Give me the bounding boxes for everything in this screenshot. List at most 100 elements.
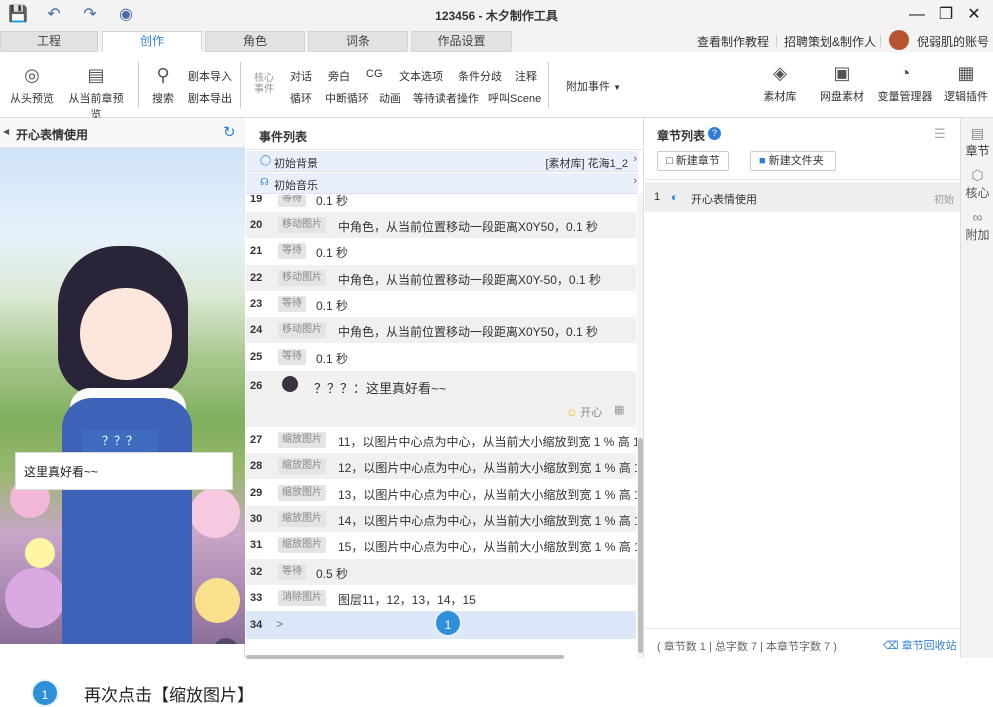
break-loop-button[interactable]: 中断循环 [325,90,369,106]
dialog-box: 这里真好看~~ [15,452,233,490]
menu-icon[interactable]: ☰ [934,126,946,142]
core-events-label: 核心 事件 [254,73,274,95]
tab-character[interactable]: 角色 [205,31,305,52]
list-icon: ▤ [970,125,985,141]
restore-icon[interactable]: ❐ [935,4,957,26]
new-folder-button[interactable]: ■ 新建文件夹 [750,151,836,171]
event-row[interactable]: 29 缩放图片 13，以图片中心点为中心，从当前大小缩放到宽 1 % 高 1 % [246,480,638,506]
vertical-scrollbar[interactable] [638,438,643,653]
emotion-badge: ☺ 开心 [566,407,603,419]
wait-reader-button[interactable]: 等待读者操作 [413,90,479,106]
preview-header: ◀ 开心表情使用 ↻ [0,118,245,148]
side-tab-chapter[interactable]: ▤ 章节 [961,124,993,159]
caret-down-icon: ▼ [613,83,621,92]
loop-button[interactable]: 循环 [290,90,312,106]
side-tab-core[interactable]: ⬡ 核心 [961,166,993,201]
account-name[interactable]: 倪弱肌的账号 [917,33,989,50]
material-lib-button[interactable]: ◈ 素材库 [760,62,800,104]
horizontal-scrollbar[interactable] [246,655,564,659]
instruction-caption: 再次点击【缩放图片】 [84,686,254,705]
tab-create[interactable]: 创作 [102,31,202,52]
preview-from-start-button[interactable]: ◎ 从头预览 [10,64,54,106]
event-row[interactable]: 30 缩放图片 14，以图片中心点为中心，从当前大小缩放到宽 1 % 高 1 % [246,506,638,532]
event-row[interactable]: 25 等待 0.1 秒 [246,344,636,370]
cube-icon: ⬡ [971,167,984,183]
aside-button[interactable]: 旁白 [328,68,350,84]
dialog-event-row[interactable]: 26 ？？？：这里真好看~~ ☺ 开心 ▦ [246,371,636,427]
script-import-button[interactable]: 剧本导入 [188,68,232,84]
var-manager-button[interactable]: ◔ 变量管理器 [877,62,933,104]
comment-icon[interactable]: ▦ [614,403,624,416]
paperclip-icon: ∞ [972,209,983,225]
preview-from-chapter-button[interactable]: ▤ 从当前章预览 [64,64,128,122]
search-icon: ⚲ [156,65,170,85]
side-tab-extra[interactable]: ∞ 附加 [961,208,993,243]
recruit-link[interactable]: 招聘策划&制作人 [784,33,876,50]
title-bar: 💾 ↶ ↷ ◉ 123456 - 木夕制作工具 — ❐ ✕ [0,0,993,30]
tab-entry[interactable]: 词条 [308,31,408,52]
minimize-icon[interactable]: — [906,4,928,26]
event-row[interactable]: 20 移动图片 中角色，从当前位置移动一段距离X0Y50，0.1 秒 [246,212,636,238]
event-row[interactable]: 28 缩放图片 12，以图片中心点为中心，从当前大小缩放到宽 1 % 高 1 % [246,453,638,479]
caption-step-marker: 1 [31,679,59,707]
chapter-item[interactable]: 1 ◐ 开心表情使用 初始 [645,182,960,212]
chevron-right-icon: › [633,175,637,187]
window-title: 123456 - 木夕制作工具 [435,9,558,23]
comment-button[interactable]: 注释 [515,68,537,84]
script-export-button[interactable]: 剧本导出 [188,90,232,106]
logic-plugin-button[interactable]: ▦ 逻辑插件 [944,62,988,104]
avatar[interactable] [889,30,909,50]
event-row[interactable]: 24 移动图片 中角色，从当前位置移动一段距离X0Y50，0.1 秒 [246,317,636,343]
chapter-footer: ( 章节数 1 | 总字数 7 | 本章节字数 7 ) ⌫ 章节回收站 [645,628,960,658]
preview-title: 开心表情使用 [16,128,89,142]
condition-branch-button[interactable]: 条件分歧 [458,68,502,84]
event-row[interactable]: 31 缩放图片 15，以图片中心点为中心，从当前大小缩放到宽 1 % 高 1 % [246,532,638,558]
tab-work-settings[interactable]: 作品设置 [411,31,512,52]
voice-button[interactable]: ヴ [213,638,239,644]
text-option-button[interactable]: 文本选项 [399,68,443,84]
recycle-bin-link[interactable]: ⌫ 章节回收站 [883,637,957,653]
smile-icon: ☺ [566,407,578,419]
toolbar: ◎ 从头预览 ▤ 从当前章预览 ⚲ 搜索 剧本导入 剧本导出 核心 事件 对话 … [0,52,993,121]
animation-button[interactable]: 动画 [379,90,401,106]
event-row[interactable]: 21 等待 0.1 秒 [246,238,636,264]
event-row[interactable]: 23 等待 0.1 秒 [246,291,636,317]
close-icon[interactable]: ✕ [963,4,985,26]
layers-icon: ◈ [773,63,787,83]
extra-event-dropdown[interactable]: 附加事件 ▼ [566,78,621,94]
search-button[interactable]: ⚲ 搜索 [148,64,178,106]
event-row[interactable]: 27 缩放图片 11，以图片中心点为中心，从当前大小缩放到宽 1 % 高 1 % [246,427,638,453]
cloud-drive-icon: ▣ [833,63,851,83]
main-tab-bar: 工程 创作 角色 词条 作品设置 查看制作教程 招聘策划&制作人 倪弱肌的账号 [0,30,993,52]
dialog-button[interactable]: 对话 [290,68,312,84]
init-background-row[interactable]: ◯ 初始背景 [素材库] 花海1_2 › [246,151,638,172]
event-row[interactable]: 22 移动图片 中角色，从当前位置移动一段距离X0Y-50，0.1 秒 [246,265,636,291]
init-music-row[interactable]: ☊ 初始音乐 › [246,173,638,194]
event-row[interactable]: 33 消除图片 图层11，12，13，14，15 [246,585,636,611]
new-chapter-button[interactable]: □ 新建章节 [657,151,729,171]
event-row[interactable]: 19 等待 0.1 秒 [246,195,636,212]
side-strip: ▤ 章节 ⬡ 核心 ∞ 附加 [960,118,993,658]
tutorial-link[interactable]: 查看制作教程 [697,33,769,50]
tab-project[interactable]: 工程 [0,31,98,52]
chapter-list-title: 章节列表 [657,129,706,143]
trash-icon: ⌫ [883,640,899,652]
help-icon[interactable]: ? [708,127,721,140]
event-list-panel: 事件列表 ◯ 初始背景 [素材库] 花海1_2 › ☊ 初始音乐 › 19 等待… [246,118,644,659]
cg-button[interactable]: CG [366,68,383,80]
image-icon: ◯ [260,155,272,166]
chapter-initial-badge: 初始 [934,195,954,206]
chapter-icon: ◐ [671,190,679,204]
event-list-title: 事件列表 [259,130,308,144]
puzzle-icon: ▦ [957,63,975,83]
scene-preview: ？？？ 这里真好看~~ ヴ [0,148,245,644]
net-material-button[interactable]: ▣ 网盘素材 [818,62,866,104]
refresh-icon[interactable]: ↻ [223,123,236,141]
collapse-arrow-icon[interactable]: ◀ [3,127,9,136]
character-face [80,288,172,380]
event-row[interactable]: 32 等待 0.5 秒 [246,559,636,585]
call-scene-button[interactable]: 呼叫Scene [488,90,541,106]
chapter-stats: ( 章节数 1 | 总字数 7 | 本章节字数 7 ) [657,641,837,653]
step-marker: 1 [434,609,462,637]
page-icon: □ [666,155,673,167]
